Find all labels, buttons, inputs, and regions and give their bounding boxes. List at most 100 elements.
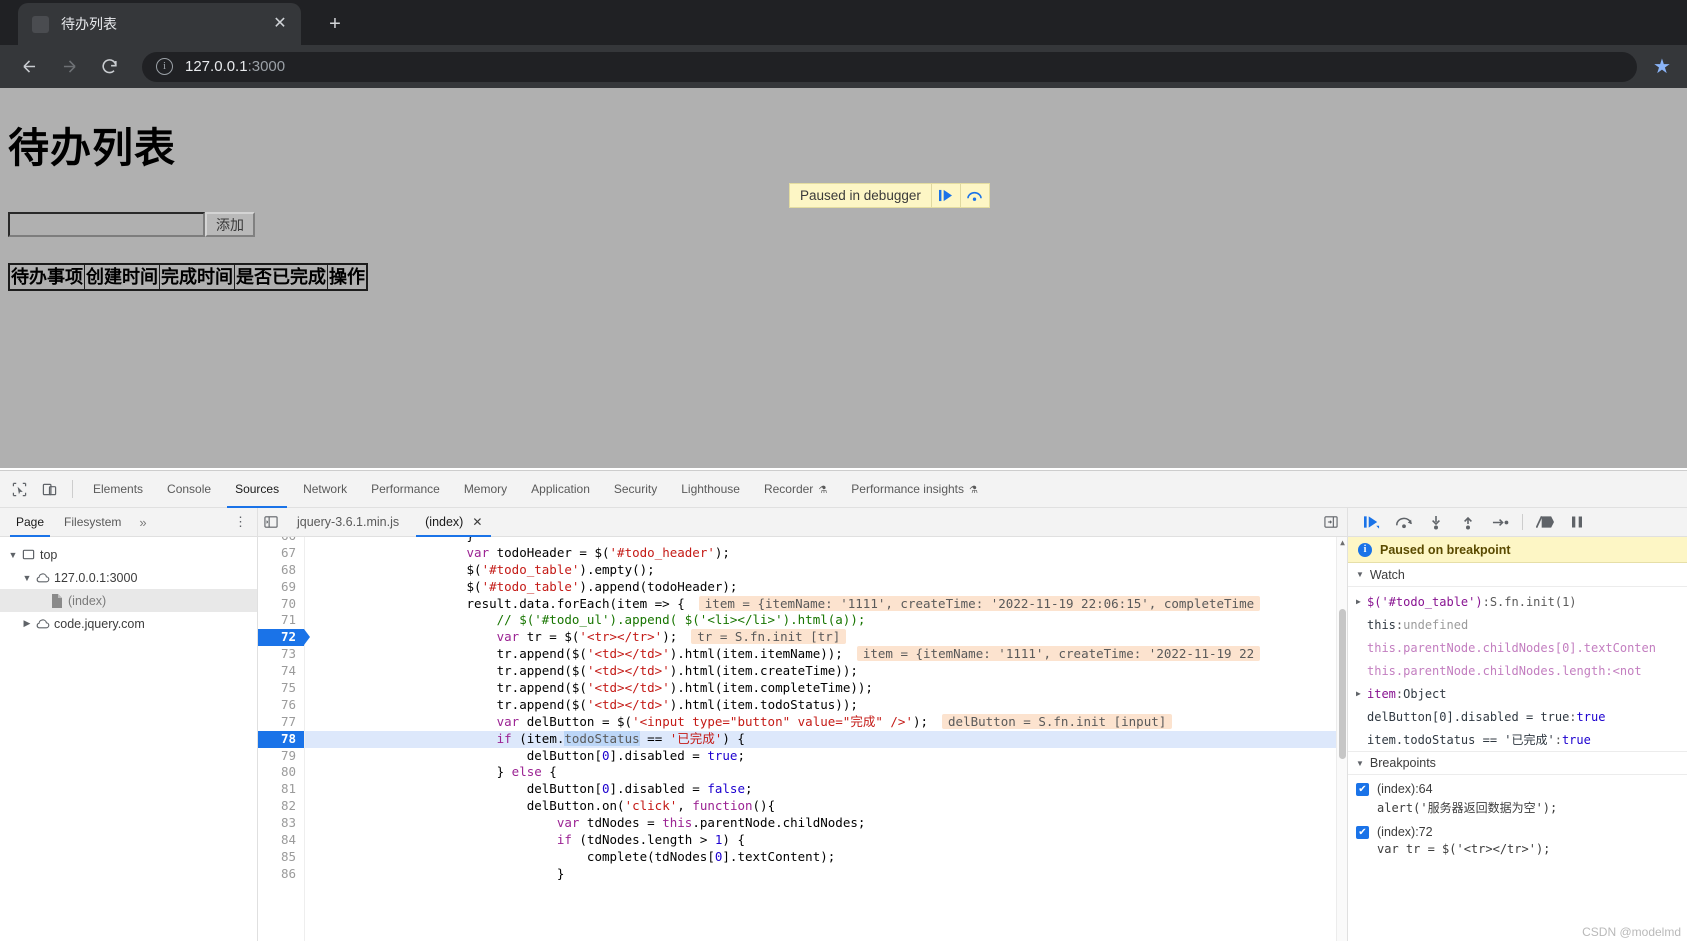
line-number[interactable]: 79 bbox=[258, 747, 304, 765]
line-number[interactable]: 76 bbox=[258, 696, 304, 714]
tab-performance[interactable]: Performance bbox=[359, 471, 452, 508]
line-number[interactable]: 75 bbox=[258, 680, 304, 697]
tab-recorder[interactable]: Recorder ⚗ bbox=[752, 471, 839, 508]
tab-performance-insights[interactable]: Performance insights ⚗ bbox=[839, 471, 990, 508]
breakpoint-checkbox[interactable]: ✔ bbox=[1356, 782, 1369, 796]
step-out-of-current-function-icon[interactable] bbox=[1452, 508, 1484, 537]
add-button[interactable]: 添加 bbox=[205, 212, 255, 237]
line-number[interactable]: 70 bbox=[258, 595, 304, 613]
chevron-right-icon[interactable]: ▶ bbox=[20, 618, 34, 629]
watch-name: $('#todo_table') bbox=[1367, 594, 1483, 609]
watch-name: delButton[0].disabled = true bbox=[1367, 709, 1570, 724]
line-number[interactable]: 80 bbox=[258, 764, 304, 782]
line-number[interactable]: 84 bbox=[258, 832, 304, 849]
watch-value: Object bbox=[1403, 686, 1447, 701]
breakpoints-section-header[interactable]: ▼ Breakpoints bbox=[1348, 751, 1687, 775]
close-icon[interactable]: ✕ bbox=[472, 508, 482, 537]
nav-tab-filesystem[interactable]: Filesystem bbox=[54, 508, 131, 537]
nav-tab-page[interactable]: Page bbox=[6, 508, 54, 537]
forward-icon[interactable] bbox=[52, 50, 86, 84]
tab-memory[interactable]: Memory bbox=[452, 471, 519, 508]
watch-row[interactable]: this.parentNode.childNodes[0].textConten bbox=[1348, 636, 1687, 659]
watch-sep: : bbox=[1569, 709, 1577, 724]
back-icon[interactable] bbox=[12, 50, 46, 84]
watch-row[interactable]: item.todoStatus == '已完成': true bbox=[1348, 728, 1687, 751]
line-number[interactable]: 73 bbox=[258, 646, 304, 664]
watch-row[interactable]: ▶ item: Object bbox=[1348, 682, 1687, 705]
line-number[interactable]: 81 bbox=[258, 781, 304, 799]
line-number[interactable]: 67 bbox=[258, 544, 304, 562]
show-navigator-icon[interactable] bbox=[258, 508, 284, 537]
line-number[interactable]: 86 bbox=[258, 865, 304, 883]
tab-lighthouse[interactable]: Lighthouse bbox=[669, 471, 752, 508]
address-bar[interactable]: i 127.0.0.1:3000 bbox=[142, 51, 1637, 82]
debugger-toolbar bbox=[1348, 508, 1687, 537]
line-number[interactable]: 69 bbox=[258, 578, 304, 596]
editor-tab-jquery[interactable]: jquery-3.6.1.min.js bbox=[284, 508, 412, 537]
line-number[interactable]: 82 bbox=[258, 798, 304, 816]
line-number[interactable]: 77 bbox=[258, 713, 304, 731]
kebab-menu-icon[interactable]: ⋮ bbox=[234, 515, 247, 528]
code-scrollbar[interactable]: ▲ bbox=[1336, 537, 1347, 941]
show-debugger-sidebar-icon[interactable] bbox=[1321, 512, 1341, 532]
resume-script-icon[interactable] bbox=[932, 184, 960, 207]
step-icon[interactable] bbox=[1484, 508, 1516, 537]
line-number[interactable]: 83 bbox=[258, 815, 304, 833]
tree-item-jquery-origin[interactable]: ▶ code.jquery.com bbox=[0, 612, 257, 635]
todo-input[interactable] bbox=[8, 212, 205, 237]
tree-item-index[interactable]: (index) bbox=[0, 589, 257, 612]
breakpoint-checkbox[interactable]: ✔ bbox=[1356, 825, 1369, 839]
inspect-element-icon[interactable] bbox=[5, 475, 33, 503]
site-info-icon[interactable]: i bbox=[156, 58, 173, 75]
watch-section-header[interactable]: ▼ Watch bbox=[1348, 563, 1687, 587]
code-viewer[interactable]: 66 } 67 var todoHeader = $('#todo_header… bbox=[258, 537, 1347, 941]
step-over-next-function-call-icon[interactable] bbox=[1388, 508, 1420, 537]
tree-item-top[interactable]: ▼ top bbox=[0, 543, 257, 566]
line-number[interactable]: 71 bbox=[258, 612, 304, 630]
browser-tab[interactable]: 待办列表 ✕ bbox=[18, 3, 301, 45]
chevron-down-icon[interactable]: ▼ bbox=[1356, 570, 1364, 579]
chevron-down-icon[interactable]: ▼ bbox=[1356, 759, 1364, 768]
tree-item-origin[interactable]: ▼ 127.0.0.1:3000 bbox=[0, 566, 257, 589]
watch-row[interactable]: this: undefined bbox=[1348, 613, 1687, 636]
tab-elements[interactable]: Elements bbox=[81, 471, 155, 508]
code-text: var delButton = $('<input type="button" … bbox=[304, 713, 1347, 731]
table-header-row: 待办事项 创建时间 完成时间 是否已完成 操作 bbox=[8, 263, 368, 291]
tab-console[interactable]: Console bbox=[155, 471, 223, 508]
bookmark-star-icon[interactable]: ★ bbox=[1649, 54, 1675, 79]
editor-tab-index[interactable]: (index) ✕ bbox=[412, 508, 495, 537]
chevron-down-icon[interactable]: ▼ bbox=[20, 573, 34, 583]
close-icon[interactable]: ✕ bbox=[269, 13, 291, 35]
tab-security[interactable]: Security bbox=[602, 471, 669, 508]
watch-row[interactable]: delButton[0].disabled = true: true bbox=[1348, 705, 1687, 728]
breakpoint-item[interactable]: ✔ (index):72 var tr = $('<tr></tr>'); bbox=[1348, 818, 1687, 858]
watch-row[interactable]: this.parentNode.childNodes.length: <not bbox=[1348, 659, 1687, 682]
code-text: $('#todo_table').empty(); bbox=[316, 561, 655, 577]
watch-sep: : bbox=[1554, 732, 1562, 747]
deactivate-breakpoints-icon[interactable] bbox=[1529, 508, 1561, 537]
chevron-right-icon[interactable]: ▶ bbox=[1356, 689, 1367, 698]
reload-icon[interactable] bbox=[92, 50, 126, 84]
resume-script-execution-icon[interactable] bbox=[1356, 508, 1388, 537]
tab-application[interactable]: Application bbox=[519, 471, 602, 508]
device-toolbar-icon[interactable] bbox=[35, 475, 63, 503]
pause-on-exceptions-icon[interactable] bbox=[1561, 508, 1593, 537]
breakpoint-marker[interactable]: 72 bbox=[258, 629, 310, 647]
chevron-right-icon[interactable]: ▶ bbox=[1356, 597, 1367, 606]
scrollbar-thumb[interactable] bbox=[1339, 609, 1346, 759]
chevron-down-icon[interactable]: ▼ bbox=[6, 550, 20, 560]
step-into-next-function-call-icon[interactable] bbox=[1420, 508, 1452, 537]
more-tabs-icon[interactable]: » bbox=[131, 515, 154, 530]
line-number[interactable]: 66 bbox=[258, 537, 304, 545]
line-number[interactable]: 74 bbox=[258, 663, 304, 681]
line-number[interactable]: 68 bbox=[258, 561, 304, 579]
tab-sources[interactable]: Sources bbox=[223, 471, 291, 508]
tab-network[interactable]: Network bbox=[291, 471, 359, 508]
new-tab-icon[interactable]: + bbox=[322, 11, 348, 37]
breakpoint-item[interactable]: ✔ (index):64 alert('服务器返回数据为空'); bbox=[1348, 775, 1687, 818]
current-line-marker[interactable]: 78 bbox=[258, 730, 304, 748]
scroll-up-arrow-icon[interactable]: ▲ bbox=[1337, 537, 1347, 548]
step-over-icon[interactable] bbox=[961, 184, 989, 207]
line-number[interactable]: 85 bbox=[258, 848, 304, 866]
watch-row[interactable]: ▶ $('#todo_table'): S.fn.init(1) bbox=[1348, 590, 1687, 613]
